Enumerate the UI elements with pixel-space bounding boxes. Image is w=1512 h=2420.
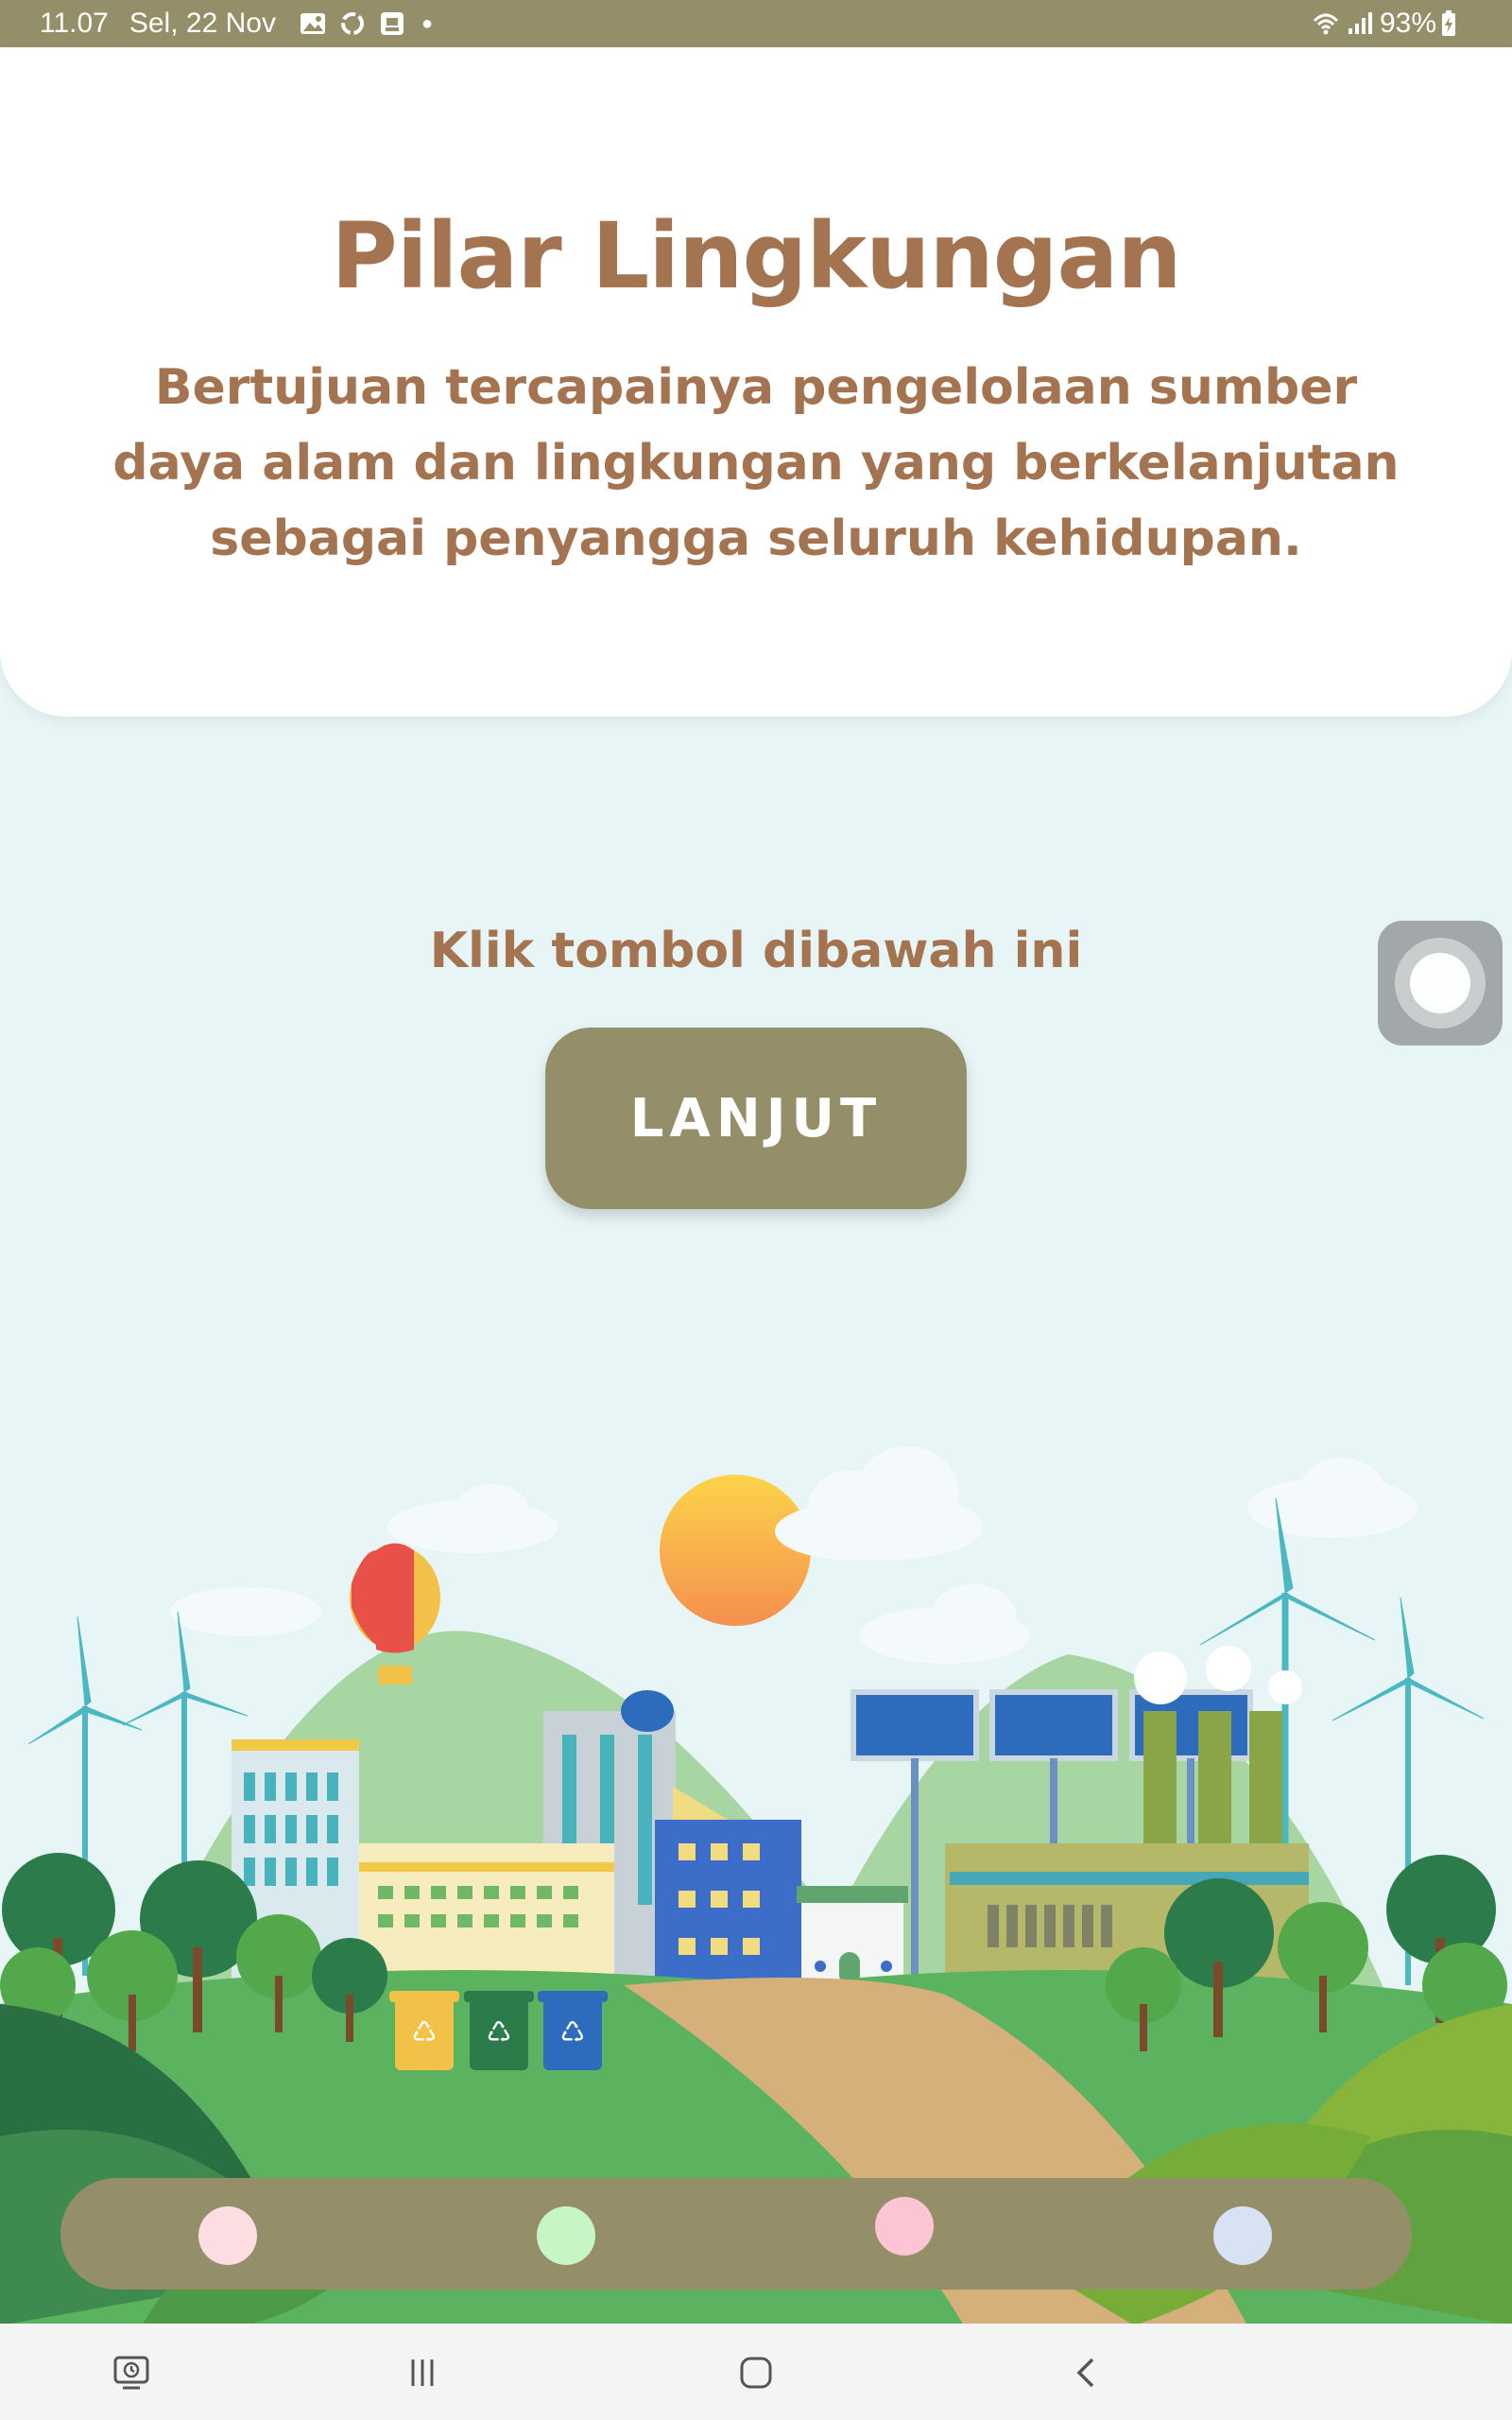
status-date: Sel, 22 Nov [129,8,276,39]
sun-icon [660,1475,811,1626]
sync-icon [338,9,367,38]
notification-dot-icon: ● [421,12,434,34]
nav-dot-4[interactable] [1213,2206,1272,2265]
page-title: Pilar Lingkungan [331,203,1181,309]
continue-button[interactable]: LANJUT [545,1028,967,1209]
status-time: 11.07 [40,8,109,39]
signal-icon [1346,9,1374,38]
recent-apps-icon[interactable] [104,2346,161,2399]
recycle-bin-icon: ♺ ♺ ♺ [389,1991,608,2070]
status-bar: 11.07 Sel, 22 Nov ● 93% [0,0,1512,47]
home-icon[interactable] [728,2346,784,2399]
assistive-touch-button[interactable] [1378,921,1503,1046]
page-description: Bertujuan tercapainya pengelolaan sumber… [112,359,1400,567]
system-navigation-bar [0,2324,1512,2420]
instruction-text: Klik tombol dibawah ini [429,923,1083,979]
screenshot-icon [378,9,406,38]
battery-charging-icon [1440,9,1469,38]
svg-text:♺: ♺ [487,2016,512,2049]
gallery-icon [299,9,327,38]
back-icon[interactable] [1058,2346,1115,2399]
header-card: Pilar Lingkungan Bertujuan tercapainya p… [0,47,1512,717]
nav-dot-2[interactable] [537,2206,595,2265]
recents-icon[interactable] [394,2346,451,2399]
wifi-icon [1312,9,1340,38]
page-indicator-bar [60,2178,1412,2290]
battery-level: 93% [1379,8,1436,39]
nav-dot-3[interactable] [875,2197,934,2256]
svg-text:♺: ♺ [412,2016,438,2049]
nav-dot-1[interactable] [198,2206,257,2265]
svg-text:♺: ♺ [560,2016,586,2049]
assistive-core-icon [1410,953,1470,1013]
